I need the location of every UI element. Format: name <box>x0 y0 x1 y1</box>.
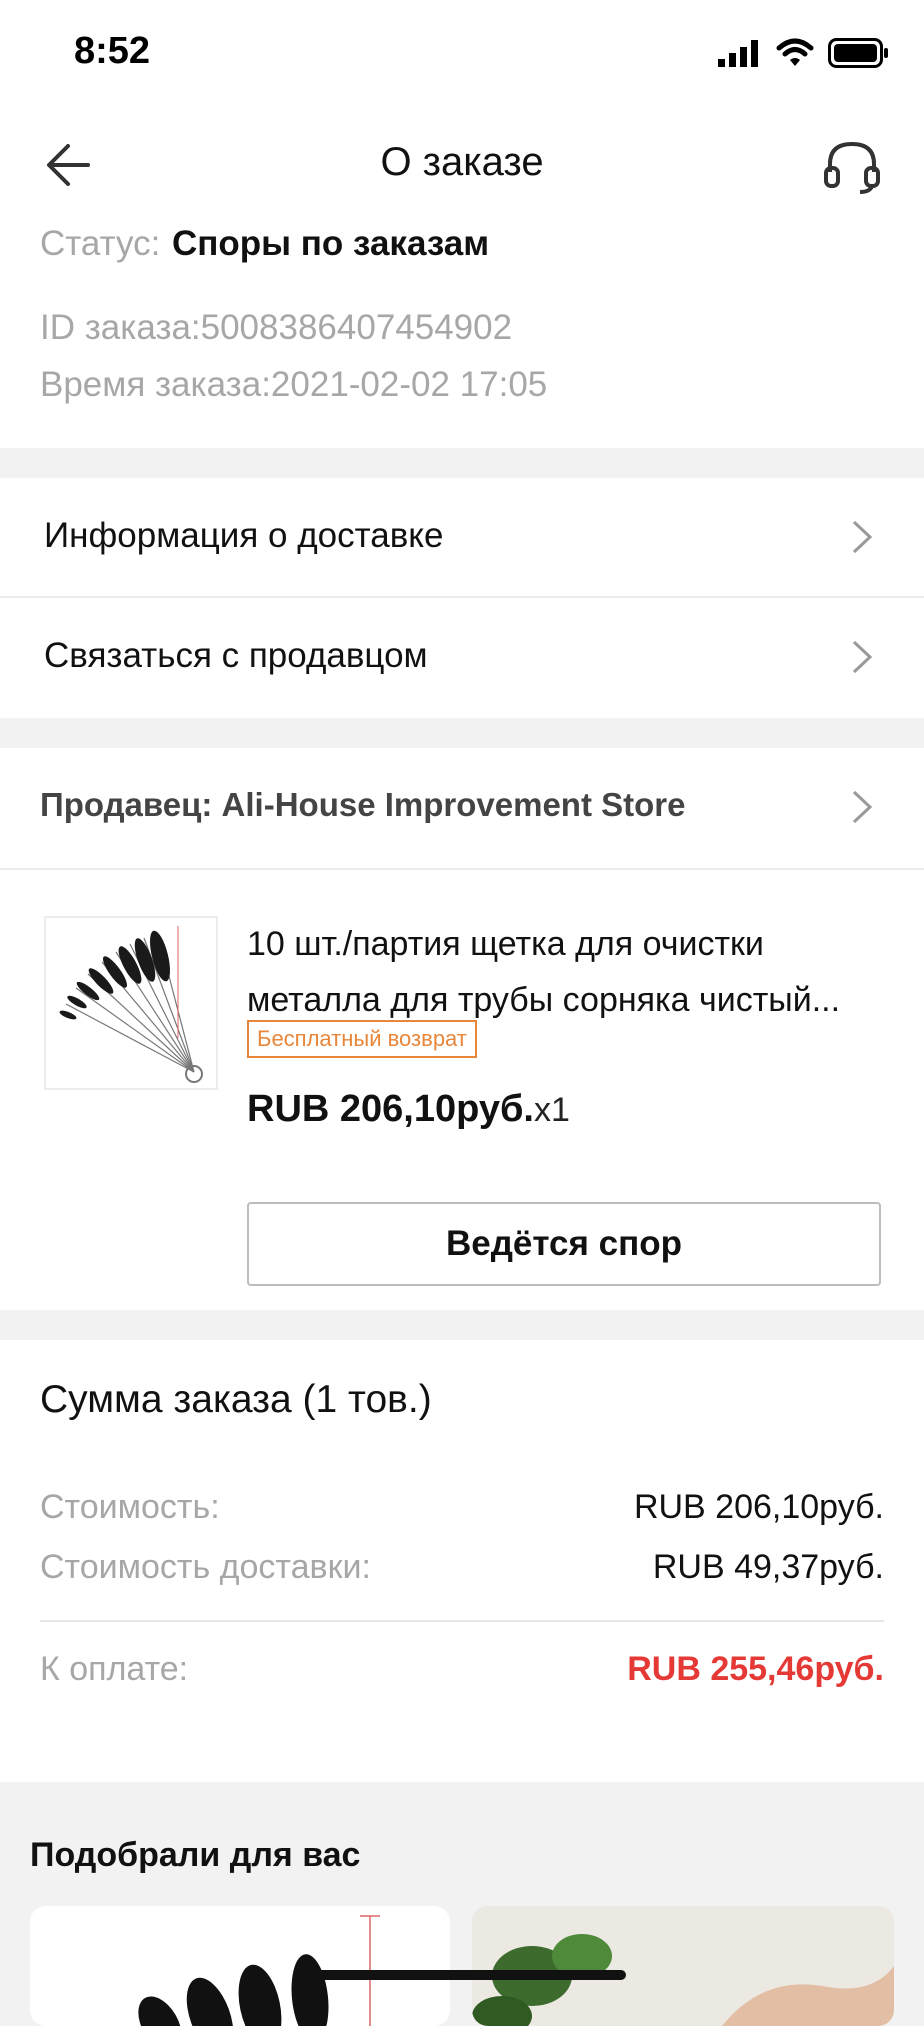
chevron-right-icon <box>852 520 873 554</box>
free-return-badge: Бесплатный возврат <box>247 1020 477 1058</box>
contact-seller-row[interactable]: Связаться с продавцом <box>0 598 924 716</box>
status-time: 8:52 <box>74 30 151 72</box>
divider <box>0 868 924 870</box>
cost-row: Стоимость: RUB 206,10руб. <box>40 1488 884 1527</box>
cost-value: RUB 206,10руб. <box>633 1488 884 1526</box>
delivery-info-row[interactable]: Информация о доставке <box>0 478 924 596</box>
chevron-right-icon <box>852 790 873 824</box>
seller-name: Продавец: Ali-House Improvement Store <box>40 786 686 823</box>
recommendations-title: Подобрали для вас <box>30 1836 361 1874</box>
product-price: RUB 206,10руб.x1 <box>247 1088 570 1131</box>
delivery-info-label: Информация о доставке <box>44 516 444 555</box>
shipping-row: Стоимость доставки: RUB 49,37руб. <box>40 1548 884 1587</box>
signal-icon <box>718 40 758 67</box>
seller-row[interactable]: Продавец: Ali-House Improvement Store <box>0 748 924 866</box>
status-label: Статус: <box>40 224 161 263</box>
status-value: Споры по заказам <box>172 224 490 263</box>
battery-icon <box>828 38 888 68</box>
divider <box>40 1620 884 1622</box>
seller-section: Продавец: Ali-House Improvement Store 10… <box>0 748 924 1310</box>
page-title: О заказе <box>380 140 544 184</box>
order-id: ID заказа:5008386407454902 <box>40 308 513 347</box>
shipping-value: RUB 49,37руб. <box>652 1548 884 1586</box>
total-row: К оплате: RUB 255,46руб. <box>40 1650 884 1689</box>
order-menu: Информация о доставке Связаться с продав… <box>0 478 924 718</box>
price-value: RUB 206,10руб. <box>247 1088 534 1130</box>
recommendation-card[interactable] <box>472 1906 894 2026</box>
shipping-label: Стоимость доставки: <box>40 1548 371 1586</box>
order-info: Статус: Споры по заказам ID заказа:50083… <box>0 220 924 448</box>
chevron-right-icon <box>852 640 873 674</box>
order-summary: Сумма заказа (1 тов.) Стоимость: RUB 206… <box>0 1340 924 1782</box>
pay-value: RUB 255,46руб. <box>627 1650 884 1688</box>
home-indicator <box>298 1970 626 1980</box>
quantity: x1 <box>534 1091 570 1129</box>
status-bar: 8:52 <box>0 0 924 110</box>
status-icons <box>718 38 890 68</box>
product-image <box>472 1906 894 2026</box>
app-header: О заказе <box>0 110 924 220</box>
product-title[interactable]: 10 шт./партия щетка для очистки металла … <box>247 916 887 1028</box>
cost-label: Стоимость: <box>40 1488 220 1526</box>
contact-seller-label: Связаться с продавцом <box>44 636 428 675</box>
dispute-button[interactable]: Ведётся спор <box>247 1202 881 1286</box>
product-thumbnail[interactable] <box>44 916 218 1090</box>
pay-label: К оплате: <box>40 1650 189 1688</box>
order-time: Время заказа:2021-02-02 17:05 <box>40 365 548 404</box>
recommendation-card[interactable] <box>30 1906 450 2026</box>
summary-title: Сумма заказа (1 тов.) <box>40 1378 432 1421</box>
wifi-icon <box>776 38 814 66</box>
product-image <box>138 1915 380 2026</box>
headset-icon[interactable] <box>820 134 884 198</box>
brush-image <box>59 926 203 1083</box>
